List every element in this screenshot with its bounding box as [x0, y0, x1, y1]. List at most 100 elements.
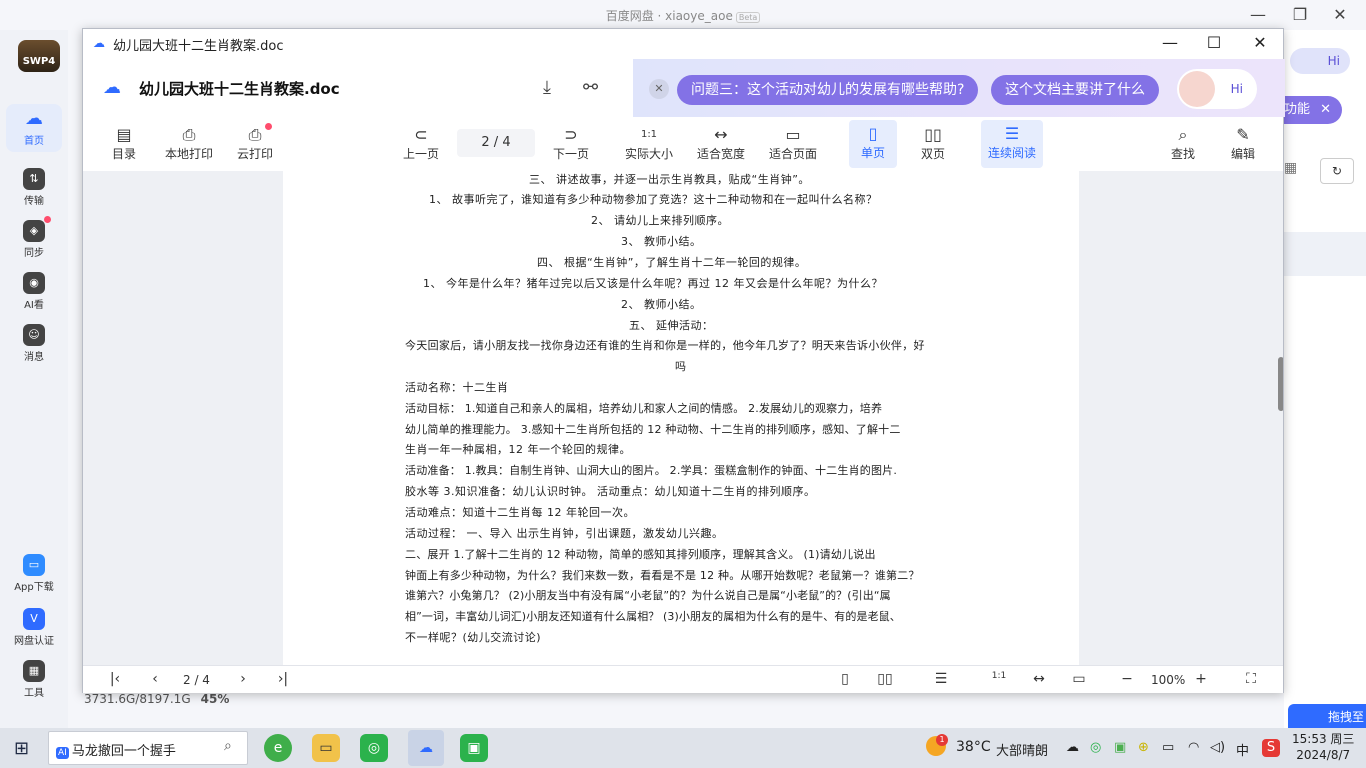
sidebar-item-messages[interactable]: ☺ 消息 [6, 320, 62, 368]
footer-single-page-icon[interactable]: ▯ [835, 671, 855, 687]
viewer-maximize-button[interactable]: ☐ [1199, 32, 1229, 54]
minimize-button[interactable]: — [1246, 4, 1270, 26]
next-page-button[interactable]: ⊃ 下一页 [551, 125, 591, 165]
sidebar-item-app-download[interactable]: ▭ App下载 [6, 550, 62, 598]
app-title: 百度网盘 · xiaoye_aoe Beta [0, 7, 1366, 24]
sidebar-item-sync[interactable]: ◈ 同步 [6, 216, 62, 264]
find-label: 查找 [1170, 147, 1195, 161]
continuous-icon: ☰ [1004, 124, 1020, 143]
sidebar-item-transfer[interactable]: ⇅ 传输 [6, 164, 62, 212]
footer-page-indicator[interactable]: 2 / 4 [183, 673, 210, 687]
zoom-in-button[interactable]: + [1191, 671, 1211, 687]
last-page-button[interactable]: ›| [273, 671, 293, 687]
sidebar-item-label: 网盘认证 [14, 636, 54, 647]
find-button[interactable]: ⌕ 查找 [1169, 125, 1197, 165]
browser-icon[interactable]: e [264, 734, 292, 762]
battery-tray-icon[interactable]: ▭ [1162, 740, 1174, 755]
prev-page-button[interactable]: ⊂ 上一页 [401, 125, 441, 165]
clock-date: 2024/8/7 [1296, 748, 1351, 762]
ime-indicator[interactable]: 中 [1236, 740, 1249, 759]
doc-line: 不一样呢？(幼儿交流讨论) [405, 631, 542, 644]
netdisk-tray-icon[interactable]: ☁ [1066, 740, 1079, 755]
document-scroll-area[interactable]: 三、 讲述故事，并逐一出示生肖教具，贴成“生肖钟”。 1、 故事听完了，谁知道有… [83, 171, 1283, 665]
document-page: 三、 讲述故事，并逐一出示生肖教具，贴成“生肖钟”。 1、 故事听完了，谁知道有… [283, 171, 1079, 665]
refresh-icon[interactable]: ↻ [1320, 158, 1354, 184]
wechat-icon[interactable]: ◎ [360, 734, 388, 762]
viewer-window-title: 幼儿园大班十二生肖教案.doc [113, 39, 284, 54]
edit-button[interactable]: ✎ 编辑 [1229, 125, 1257, 165]
single-page-icon: ▯ [868, 124, 878, 143]
fit-width-icon: ↔ [714, 125, 728, 144]
screen-app-icon[interactable]: ▣ [460, 734, 488, 762]
download-icon[interactable]: ⤓ [543, 77, 551, 98]
printer-icon: ⎙ [182, 125, 196, 144]
weather-desc[interactable]: 大部晴朗 [996, 740, 1048, 759]
nvidia-tray-icon[interactable]: ▣ [1114, 740, 1126, 755]
first-page-button[interactable]: |‹ [105, 671, 125, 687]
footer-prev-button[interactable]: ‹ [145, 671, 165, 687]
volume-icon[interactable]: ◁) [1210, 740, 1225, 755]
doc-line: 相”一词，丰富幼儿词汇)小朋友还知道有什么属相？ (3)小朋友的属相为什么有的是… [405, 610, 901, 623]
footer-actual-size-icon[interactable]: 1:1 [989, 671, 1009, 681]
actual-size-button[interactable]: 1:1 实际大小 [623, 125, 675, 165]
footer-fit-page-icon[interactable]: ▭ [1069, 671, 1089, 687]
ai-summary-pill[interactable]: 这个文档主要讲了什么 [991, 75, 1159, 105]
weather-temp[interactable]: 38°C [956, 739, 991, 755]
catalog-button[interactable]: ▤ 目录 [109, 125, 139, 165]
maximize-button[interactable]: ❐ [1288, 4, 1312, 26]
windows-start-icon[interactable]: ⊞ [14, 738, 29, 759]
fit-width-button[interactable]: ↔ 适合宽度 [695, 125, 747, 165]
system-clock[interactable]: 15:53 周三 2024/8/7 [1292, 731, 1354, 763]
ai-assistant-button[interactable]: Hi [1177, 69, 1257, 109]
fit-page-icon: ▭ [785, 125, 801, 144]
folder-icon[interactable]: ▭ [312, 734, 340, 762]
fit-page-label: 适合页面 [768, 147, 817, 161]
sidebar-item-tools[interactable]: ▦ 工具 [6, 656, 62, 704]
ai-bar-close-button[interactable]: ✕ [649, 79, 669, 99]
doc-icon: ☁ [103, 77, 121, 98]
footer-fit-width-icon[interactable]: ↔ [1029, 671, 1049, 687]
bg-feature-pill[interactable]: 功能 ✕ [1284, 96, 1342, 124]
pencil-icon: ✎ [1236, 125, 1250, 144]
actual-size-icon: 1:1 [640, 129, 658, 140]
drag-promo[interactable]: 拖拽至 [1288, 704, 1366, 730]
footer-double-page-icon[interactable]: ▯▯ [875, 671, 895, 687]
bg-ai-hi[interactable]: Hi [1290, 48, 1350, 74]
sidebar-item-home[interactable]: ☁ 首页 [6, 104, 62, 152]
fullscreen-icon[interactable]: ⛶ [1241, 671, 1261, 687]
page-number-input[interactable]: 2 / 4 [457, 129, 535, 157]
local-print-button[interactable]: ⎙ 本地打印 [163, 125, 215, 165]
close-button[interactable]: ✕ [1328, 4, 1352, 26]
vertical-scrollbar[interactable] [1278, 357, 1283, 411]
doc-line: 活动名称：十二生肖 [405, 381, 509, 394]
single-page-button[interactable]: ▯ 单页 [849, 120, 897, 168]
footer-next-button[interactable]: › [233, 671, 253, 687]
ai-question-pill[interactable]: 问题三：这个活动对幼儿的发展有哪些帮助? [677, 75, 979, 105]
avatar[interactable]: SWP4 [18, 40, 60, 72]
share-icon[interactable]: ⚯ [583, 77, 598, 98]
baidu-netdisk-taskbar-icon[interactable]: ☁ [408, 730, 444, 766]
transfer-icon: ⇅ [23, 168, 45, 190]
doc-line: 幼儿简单的推理能力。 3.感知十二生肖所包括的 12 种动物、十二生肖的排列顺序… [405, 423, 901, 436]
cloud-print-button[interactable]: ⎙ 云打印 [235, 125, 275, 165]
wifi-icon[interactable]: ◠ [1188, 740, 1199, 755]
sidebar-item-ai[interactable]: ◉ AI看 [6, 268, 62, 316]
search-icon: ⌕ [224, 738, 232, 754]
plus-tray-icon[interactable]: ⊕ [1138, 740, 1149, 755]
weather-badge: 1 [936, 734, 948, 746]
viewer-minimize-button[interactable]: — [1155, 32, 1185, 54]
viewer-close-button[interactable]: ✕ [1245, 32, 1275, 54]
footer-continuous-icon[interactable]: ☰ [931, 671, 951, 687]
sidebar-item-label: 工具 [24, 688, 44, 699]
next-page-label: 下一页 [552, 147, 589, 161]
zoom-out-button[interactable]: − [1117, 671, 1137, 687]
sidebar-item-label: 首页 [24, 136, 44, 147]
continuous-read-button[interactable]: ☰ 连续阅读 [981, 120, 1043, 168]
wechat-tray-icon[interactable]: ◎ [1090, 740, 1101, 755]
double-page-button[interactable]: ▯▯ 双页 [915, 125, 951, 165]
search-icon: ⌕ [1178, 125, 1188, 144]
sogou-ime-icon[interactable]: S [1262, 739, 1280, 757]
grid-view-icon[interactable]: ▦ [1284, 160, 1297, 176]
sidebar-item-verify[interactable]: V 网盘认证 [6, 604, 62, 652]
fit-page-button[interactable]: ▭ 适合页面 [767, 125, 819, 165]
